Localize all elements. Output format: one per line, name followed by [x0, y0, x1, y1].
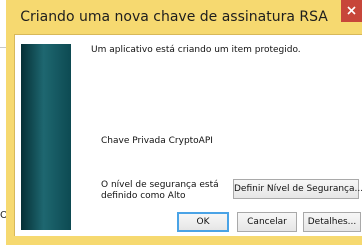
- dialog-window: Criando uma nova chave de assinatura RSA…: [6, 0, 362, 245]
- dialog-side-art: [21, 44, 71, 230]
- key-label: Chave Privada CryptoAPI: [101, 136, 213, 146]
- ok-button[interactable]: OK: [177, 212, 229, 232]
- window-title: Criando uma nova chave de assinatura RSA: [20, 9, 328, 25]
- close-button[interactable]: [341, 0, 362, 22]
- close-icon: [347, 6, 356, 15]
- set-security-level-button[interactable]: Definir Nível de Segurança...: [233, 179, 362, 199]
- message-text: Um aplicativo está criando um item prote…: [91, 45, 301, 55]
- title-bar: Criando uma nova chave de assinatura RSA: [6, 0, 362, 34]
- security-line-1: O nível de segurança está: [101, 180, 219, 190]
- dialog-content: Um aplicativo está criando um item prote…: [14, 34, 362, 236]
- screen: OK Criando uma nova chave de assinatura …: [0, 0, 362, 245]
- security-level-text: O nível de segurança está definido como …: [101, 180, 219, 202]
- security-line-2: definido como Alto: [101, 191, 186, 201]
- cancel-button[interactable]: Cancelar: [237, 212, 297, 232]
- details-button[interactable]: Detalhes...: [303, 212, 361, 232]
